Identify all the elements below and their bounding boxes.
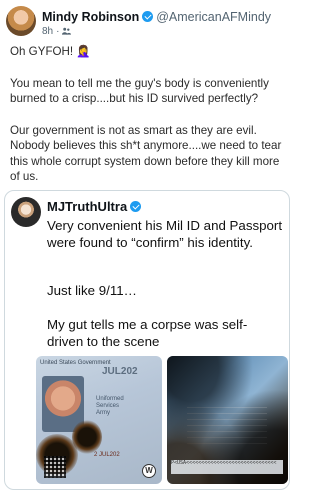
- quoted-tweet[interactable]: MJTruthUltra Very convenient his Mil ID …: [4, 190, 290, 490]
- quoted-author-avatar[interactable]: [11, 197, 41, 227]
- passport-mrz-line: P<USA<<<<<<<<<<<<<<<<<<<<<<<<<<<<<<: [171, 460, 283, 474]
- audience-icon: [62, 27, 72, 35]
- burned-passport-image[interactable]: P<USA<<<<<<<<<<<<<<<<<<<<<<<<<<<<<<: [167, 356, 288, 484]
- quoted-text-paragraph: Just like 9/11…: [47, 283, 137, 298]
- quoted-author-name[interactable]: MJTruthUltra: [47, 199, 127, 214]
- tweet-header: Mindy Robinson @AmericanAFMindy 8h ·: [6, 6, 290, 40]
- id-bottom-text: 2 JUL202: [94, 452, 120, 458]
- quoted-text-paragraph: Very convenient his Mil ID and Passport …: [47, 218, 283, 250]
- tweet-text-line: Oh GYFOH! 🤦‍♀️: [10, 45, 91, 58]
- author-handle[interactable]: @AmericanAFMindy: [156, 10, 271, 24]
- burn-mark: [72, 420, 102, 454]
- separator-dot: ·: [56, 26, 60, 37]
- id-date-text: JUL202: [102, 366, 138, 377]
- verified-badge-icon: [130, 201, 142, 212]
- quoted-text-paragraph: My gut tells me a corpse was self-driven…: [47, 317, 248, 349]
- post-time[interactable]: 8h: [42, 26, 53, 37]
- id-line: Uniformed: [96, 396, 124, 402]
- quoted-author-line[interactable]: MJTruthUltra: [47, 199, 142, 214]
- id-line: Army: [96, 410, 110, 416]
- verified-badge-icon: [142, 11, 154, 22]
- qr-code: [44, 456, 66, 478]
- tweet-text-paragraph: Our government is not as smart as they a…: [10, 124, 282, 184]
- id-detail-lines: Uniformed Services Army: [96, 396, 124, 417]
- tweet: Mindy Robinson @AmericanAFMindy 8h · Oh GY…: [0, 0, 294, 500]
- burned-military-id-image[interactable]: United States Government JUL202 Uniforme…: [36, 356, 162, 484]
- author-avatar[interactable]: [6, 6, 36, 36]
- author-name[interactable]: Mindy Robinson: [42, 10, 139, 24]
- watermark-logo: W: [142, 464, 156, 478]
- tweet-text-paragraph: You mean to tell me the guy's body is co…: [10, 77, 269, 106]
- tweet-meta: 8h ·: [42, 26, 72, 37]
- quoted-media[interactable]: United States Government JUL202 Uniforme…: [36, 356, 288, 484]
- id-header-text: United States Government: [40, 360, 111, 366]
- id-line: Services: [96, 403, 120, 409]
- author-line[interactable]: Mindy Robinson @AmericanAFMindy: [42, 10, 271, 24]
